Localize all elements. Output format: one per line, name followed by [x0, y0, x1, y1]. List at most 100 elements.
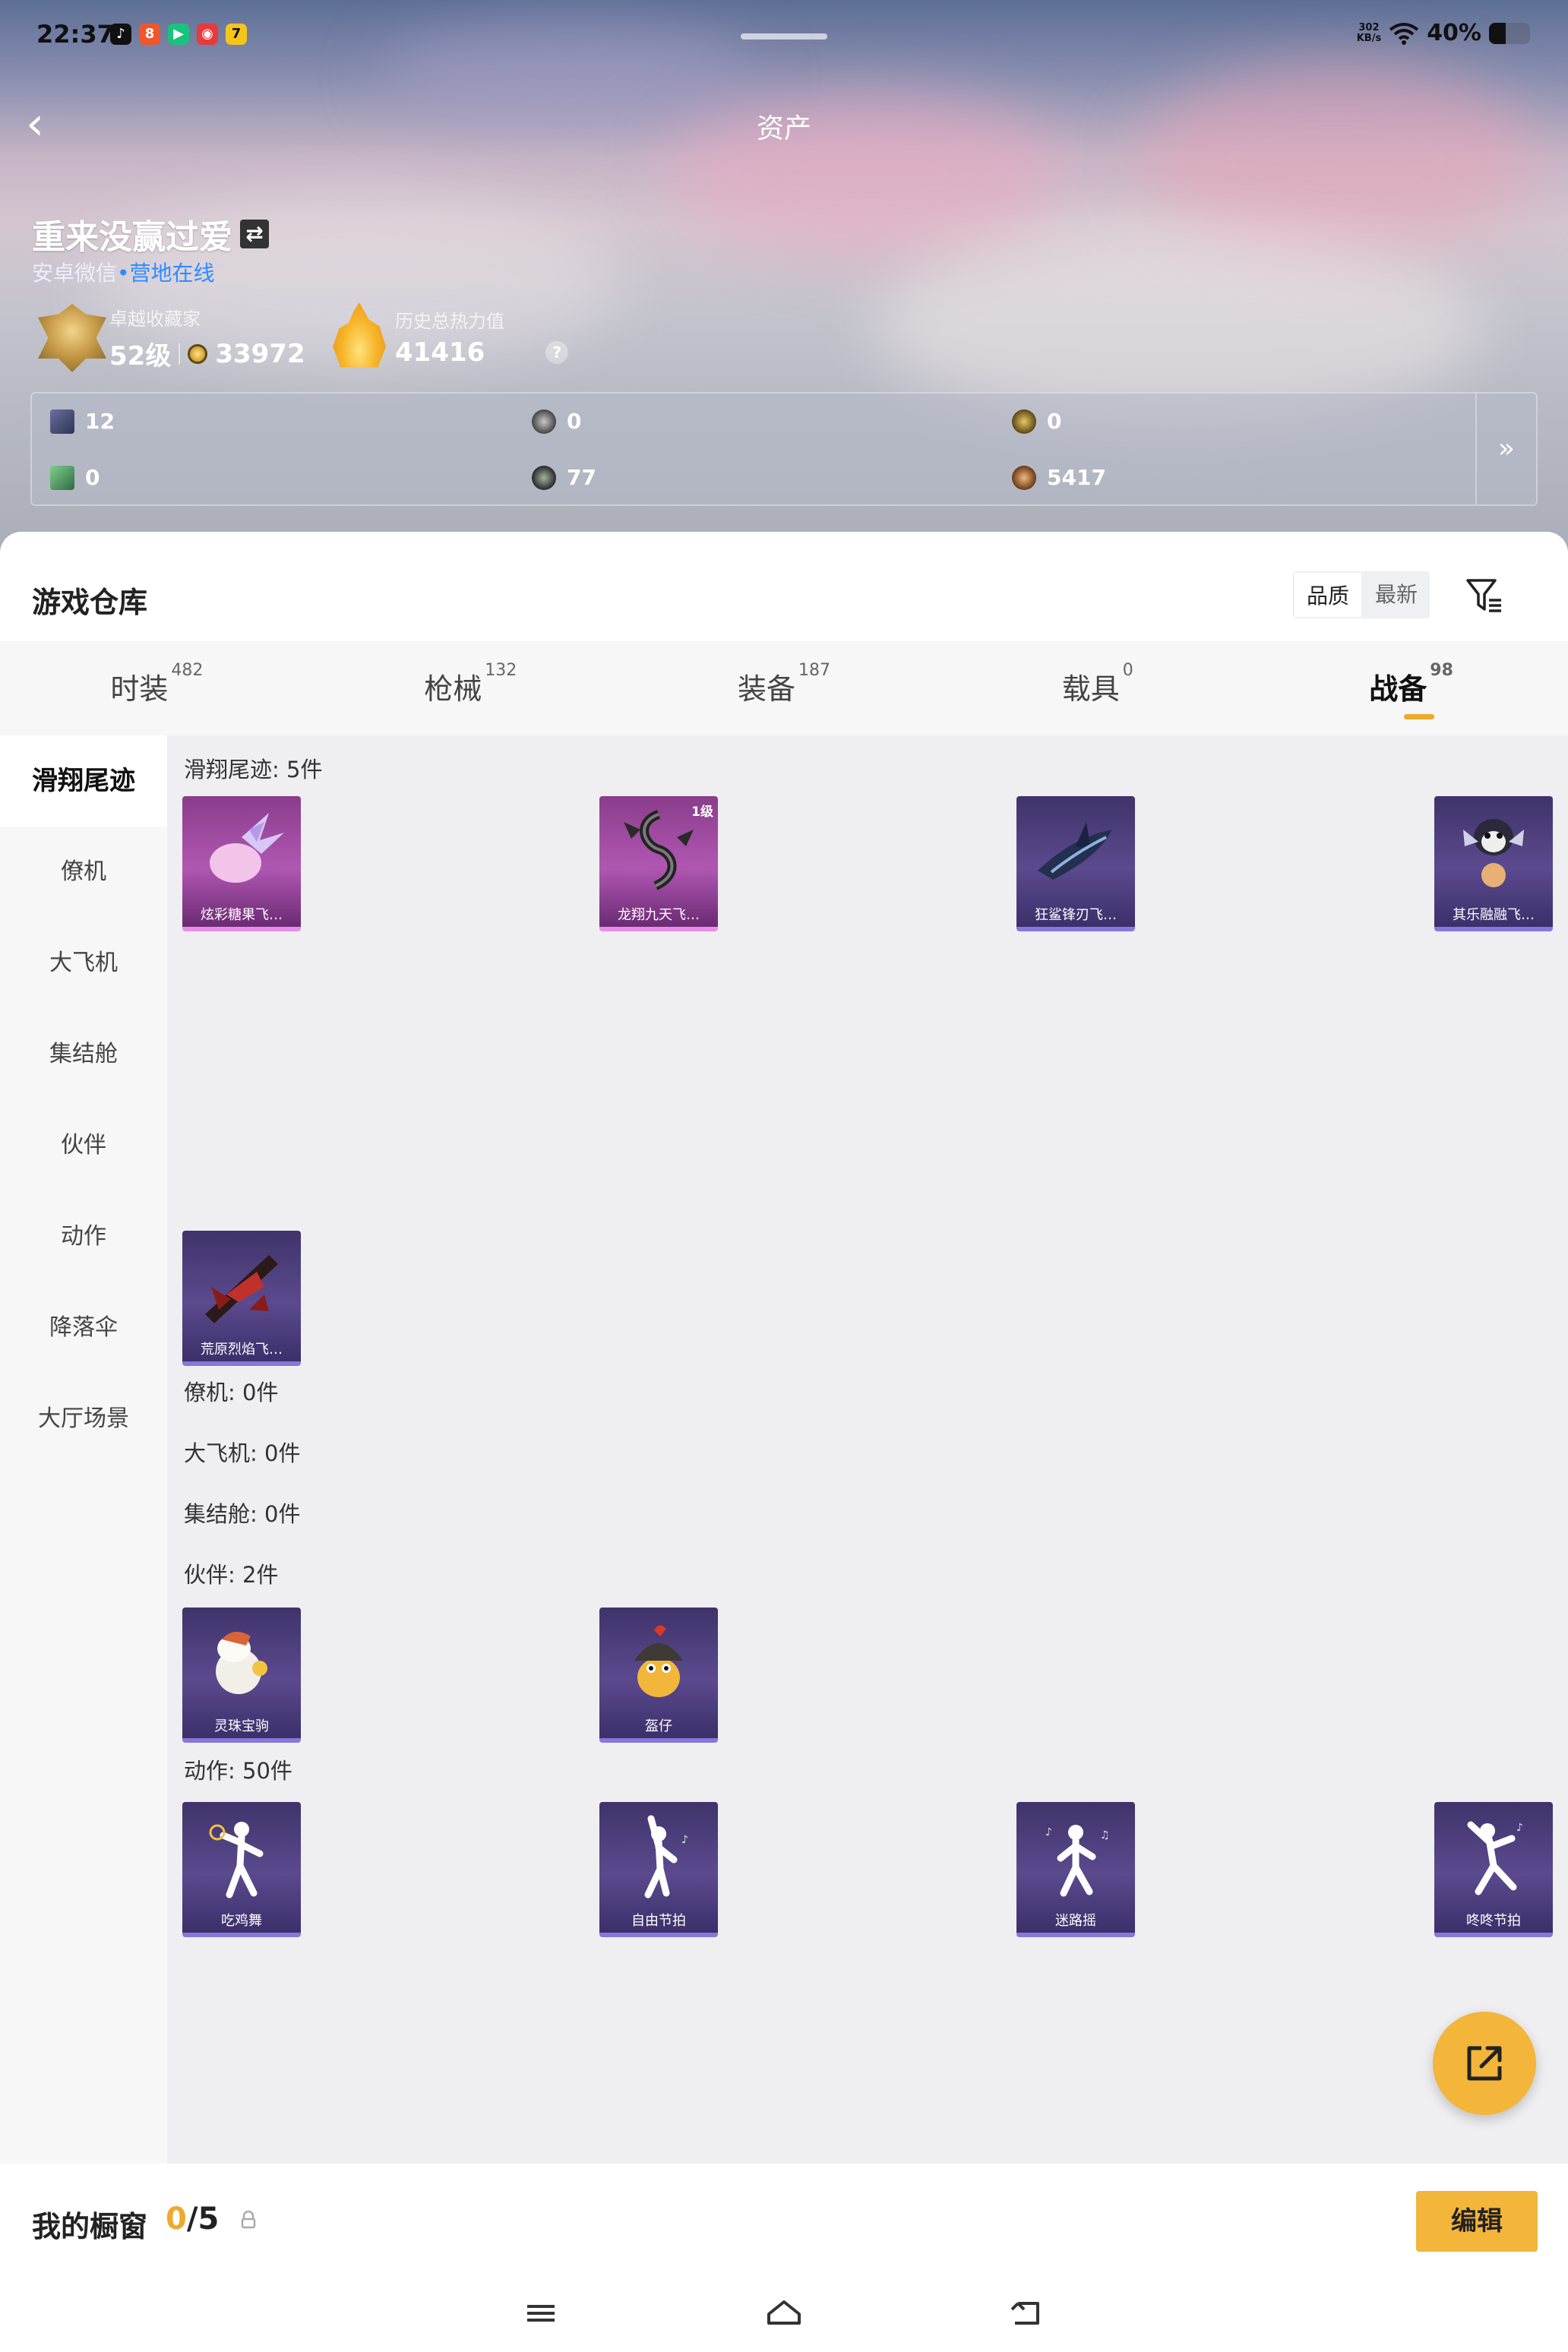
currency-item: 0 [50, 465, 100, 490]
lost-sway-emote-icon: ♪ ♫ [1045, 1825, 1110, 1897]
collector-stat[interactable]: 卓越收藏家 52级 33972 [33, 304, 305, 372]
switch-account-icon[interactable]: ⇄ [240, 220, 269, 248]
expand-currencies-icon[interactable]: » [1475, 394, 1536, 504]
item-name: 龙翔九天飞… [618, 907, 700, 923]
item-card[interactable]: 吃鸡舞 [182, 1802, 301, 1937]
item-name: 盔仔 [645, 1718, 672, 1734]
help-icon[interactable]: ? [545, 340, 569, 364]
sidebar-item-partner[interactable]: 伙伴 [0, 1100, 167, 1191]
penguin-glider-icon [1463, 819, 1524, 887]
warehouse-sheet: 游戏仓库 品质 最新 时装482 枪械132 装备187 载具0 战备98 滑翔… [0, 532, 1568, 2352]
item-card[interactable]: 荒原烈焰飞… [182, 1231, 301, 1366]
item-card[interactable]: ♪ 咚咚节拍 [1434, 1802, 1553, 1937]
section-title-plane: 大飞机: 0件 [184, 1440, 301, 1466]
drum-beat-emote-icon: ♪ [1467, 1821, 1523, 1895]
sidebar-item-plane[interactable]: 大飞机 [0, 918, 167, 1009]
section-title-emote: 动作: 50件 [184, 1758, 292, 1784]
heat-values: 41416 ? [395, 337, 569, 368]
section-title-pod: 集结舱: 0件 [184, 1501, 301, 1527]
item-card[interactable]: 其乐融融飞… [1434, 796, 1553, 931]
helmet-partner-icon [634, 1625, 683, 1697]
item-card[interactable]: ♪ 自由节拍 [599, 1802, 718, 1937]
sort-toggle: 品质 最新 [1293, 571, 1430, 618]
svg-text:♪: ♪ [1045, 1826, 1052, 1838]
section-title-partner: 伙伴: 2件 [184, 1562, 279, 1588]
currency-panel[interactable]: 12 0 0 0 77 5417 » [30, 392, 1538, 506]
back-nav-icon[interactable] [1004, 2294, 1050, 2332]
item-card[interactable]: 炫彩糖果飞… [182, 796, 301, 931]
sort-newest-button[interactable]: 最新 [1363, 571, 1430, 618]
item-name: 吃鸡舞 [221, 1913, 262, 1929]
tab-fashion[interactable]: 时装482 [0, 641, 314, 735]
edit-button[interactable]: 编辑 [1416, 2191, 1538, 2252]
grey-coin-icon [532, 409, 556, 434]
category-tabs: 时装482 枪械132 装备187 载具0 战备98 [0, 641, 1568, 735]
page-title: 资产 [756, 113, 811, 144]
video-app-icon: ▶ [168, 24, 189, 45]
item-card[interactable]: 狂鲨锋刃飞… [1016, 796, 1135, 931]
battery-fill [1489, 22, 1506, 44]
flame-icon [319, 302, 395, 371]
store-app-icon: ◉ [197, 24, 218, 45]
collector-level: 52级 [109, 341, 172, 371]
taxi-app-icon: 7 [226, 24, 247, 45]
home-icon[interactable] [761, 2294, 807, 2332]
item-name: 自由节拍 [631, 1913, 686, 1929]
net-speed: 302 KB/s [1356, 21, 1382, 44]
item-name: 炫彩糖果飞… [201, 907, 283, 923]
sidebar: 滑翔尾迹 僚机 大飞机 集结舱 伙伴 动作 降落伞 大厅场景 [0, 735, 167, 2164]
section-title-glide: 滑翔尾迹: 5件 [184, 757, 323, 782]
currency-item: 77 [532, 465, 596, 490]
item-card[interactable]: 盔仔 [599, 1608, 718, 1743]
share-button[interactable] [1433, 2012, 1536, 2115]
divider [179, 343, 181, 365]
item-name: 荒原烈焰飞… [201, 1342, 283, 1358]
svg-text:♪: ♪ [681, 1834, 688, 1846]
item-name: 灵珠宝驹 [214, 1718, 269, 1734]
user-name: 重来没赢过爱 [32, 218, 232, 257]
svg-text:♫: ♫ [1100, 1829, 1110, 1841]
drag-handle[interactable] [741, 33, 827, 40]
sidebar-item-glide-trail[interactable]: 滑翔尾迹 [0, 735, 167, 827]
item-name: 其乐融融飞… [1453, 907, 1535, 923]
menu-icon[interactable] [518, 2294, 564, 2332]
sidebar-item-pod[interactable]: 集结舱 [0, 1009, 167, 1100]
tab-weapons[interactable]: 枪械132 [314, 641, 628, 735]
section-title-wingman: 僚机: 0件 [184, 1380, 279, 1405]
sidebar-item-emote[interactable]: 动作 [0, 1191, 167, 1282]
collector-values: 52级 33972 [109, 335, 305, 372]
user-name-row: 重来没赢过爱 ⇄ [32, 210, 269, 258]
heat-label: 历史总热力值 [395, 310, 504, 332]
item-card[interactable]: 1级 龙翔九天飞… [599, 796, 718, 931]
tab-equipment[interactable]: 装备187 [628, 641, 941, 735]
user-subtitle: 安卓微信•营地在线 [32, 257, 215, 287]
dark-coin-icon [532, 465, 556, 490]
item-name: 咚咚节拍 [1466, 1913, 1521, 1929]
online-status: 营地在线 [129, 261, 215, 286]
candy-glider-icon [210, 813, 284, 883]
lock-icon [241, 2211, 256, 2229]
heat-value: 41416 [395, 337, 485, 368]
sidebar-item-parachute[interactable]: 降落伞 [0, 1282, 167, 1374]
status-time: 22:37 [36, 20, 114, 49]
status-bar: 22:37 ♪ 8 ▶ ◉ 7 302 KB/s 40% [0, 0, 1568, 68]
warehouse-title: 游戏仓库 [32, 586, 148, 619]
pony-partner-icon [216, 1631, 267, 1694]
filter-icon[interactable] [1465, 576, 1504, 615]
heat-stat[interactable]: 历史总热力值 41416 ? [319, 302, 569, 371]
tab-vehicles[interactable]: 载具0 [940, 641, 1254, 735]
bronze-coin-icon [1012, 465, 1036, 490]
sidebar-item-wingman[interactable]: 僚机 [0, 827, 167, 918]
warehouse-header: 游戏仓库 品质 最新 [0, 532, 1568, 641]
sidebar-item-lobby-scene[interactable]: 大厅场景 [0, 1374, 167, 1465]
tiktok-icon: ♪ [110, 24, 131, 45]
item-card[interactable]: 灵珠宝驹 [182, 1608, 301, 1743]
sort-quality-button[interactable]: 品质 [1293, 571, 1364, 618]
item-grid: 滑翔尾迹: 5件 炫彩糖果飞… 1级 龙翔九天飞… 狂鲨锋刃飞… 其乐融融飞… … [167, 735, 1568, 2164]
dance-emote-icon [209, 1822, 264, 1898]
item-card[interactable]: ♪ ♫ 迷路摇 [1016, 1802, 1135, 1937]
notification-icons: ♪ 8 ▶ ◉ 7 [110, 24, 247, 45]
free-beat-emote-icon: ♪ [644, 1815, 688, 1898]
tab-battle-prep[interactable]: 战备98 [1254, 641, 1568, 735]
item-name: 迷路摇 [1055, 1913, 1096, 1929]
